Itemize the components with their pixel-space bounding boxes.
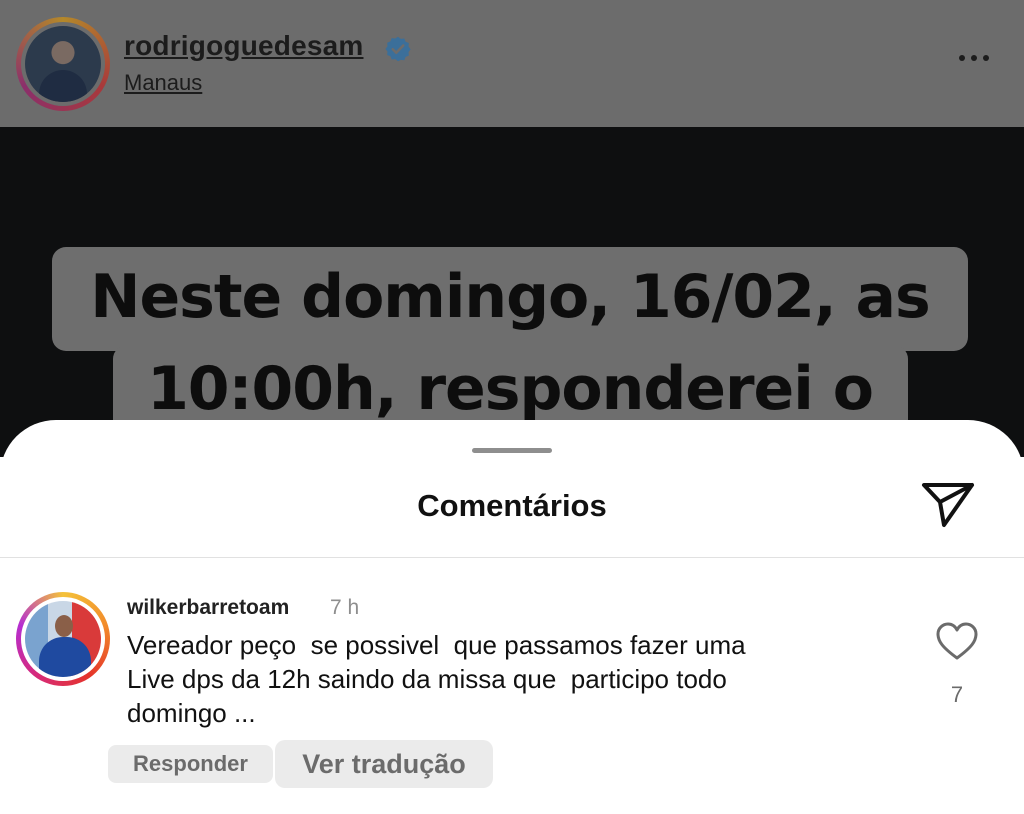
profile-avatar[interactable] <box>16 17 110 111</box>
comments-title: Comentários <box>417 488 607 523</box>
see-translation-button[interactable]: Ver tradução <box>275 740 493 788</box>
comment-username[interactable]: wilkerbarretoam <box>127 596 289 620</box>
comment-avatar[interactable] <box>16 592 110 686</box>
profile-username[interactable]: rodrigoguedesam <box>124 30 363 62</box>
comment-timestamp: 7 h <box>330 596 360 619</box>
verified-badge-icon <box>385 36 411 62</box>
send-icon[interactable] <box>920 480 976 530</box>
more-horizontal-icon <box>959 55 965 61</box>
commenter-photo <box>25 601 101 677</box>
post-header: rodrigoguedesam Manaus <box>0 0 1024 127</box>
post-text-line-1: Neste domingo, 16/02, as <box>90 262 931 332</box>
reply-button[interactable]: Responder <box>108 745 273 783</box>
post-location[interactable]: Manaus <box>124 70 202 96</box>
like-count: 7 <box>950 682 964 707</box>
profile-photo <box>25 26 101 102</box>
sheet-divider <box>0 557 1024 558</box>
sheet-drag-handle[interactable] <box>472 448 552 453</box>
comment-text: Vereador peço se possivel que passamos f… <box>127 630 746 728</box>
comments-sheet: Comentários wilkerbarretoam 7 h Vereador… <box>0 420 1024 814</box>
more-options-button[interactable] <box>954 48 994 68</box>
heart-icon[interactable] <box>936 622 978 662</box>
